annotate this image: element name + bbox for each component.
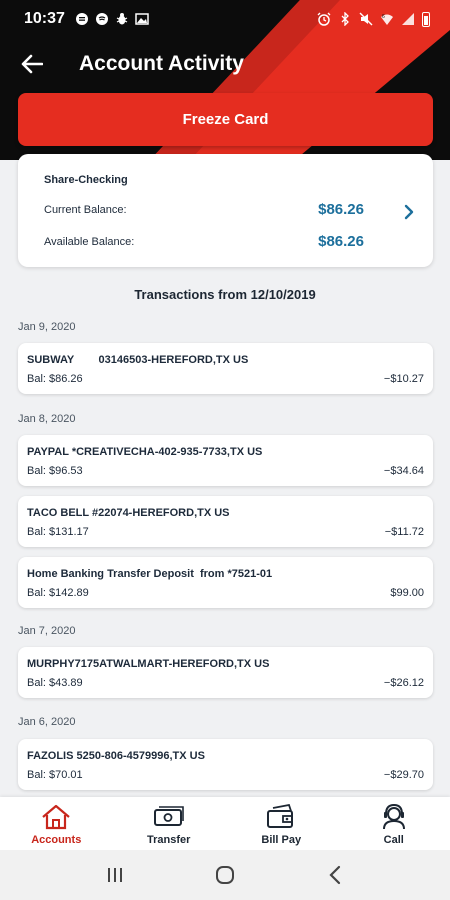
image-icon	[135, 13, 149, 25]
home-circle-icon	[216, 866, 234, 884]
nav-label: Call	[383, 834, 404, 846]
transaction-amount: −$29.70	[383, 769, 424, 781]
title-bar: Account Activity	[0, 44, 450, 84]
bill-pay-icon	[267, 804, 294, 828]
page-title: Account Activity	[79, 52, 244, 75]
app-header: 10:37 6 Account Activity Freeze Card	[0, 0, 450, 160]
transaction-balance: Bal: $142.89	[27, 587, 89, 599]
bluetooth-icon	[341, 12, 349, 26]
transaction-amount: −$34.64	[383, 465, 424, 477]
nav-transfer[interactable]: Transfer	[113, 797, 226, 850]
money-transfer-icon	[153, 806, 184, 826]
transaction-row[interactable]: TACO BELL #22074-HEREFORD,TX US Bal: $13…	[18, 496, 433, 547]
headset-icon	[382, 804, 405, 830]
mute-icon	[359, 12, 373, 26]
transaction-row[interactable]: SUBWAY 03146503-HEREFORD,TX US Bal: $86.…	[18, 343, 433, 394]
transactions-header: Transactions from 12/10/2019	[134, 287, 316, 302]
recents-icon	[108, 868, 122, 882]
home-system-button[interactable]	[205, 855, 245, 895]
status-bar: 10:37 6	[0, 0, 450, 38]
transaction-balance: Bal: $43.89	[27, 677, 83, 689]
current-balance-row: Current Balance: $86.26	[44, 201, 364, 218]
available-balance-label: Available Balance:	[44, 235, 135, 248]
signal-icon	[402, 13, 414, 25]
transaction-description: PAYPAL *CREATIVECHA-402-935-7733,TX US	[27, 446, 263, 458]
nav-label: Transfer	[147, 834, 191, 846]
transaction-description: MURPHY7175ATWALMART-HEREFORD,TX US	[27, 658, 270, 670]
transaction-row[interactable]: FAZOLIS 5250-806-4579996,TX US Bal: $70.…	[18, 739, 433, 790]
date-label: Jan 9, 2020	[18, 321, 76, 333]
back-system-button[interactable]	[315, 855, 355, 895]
nav-bill-pay[interactable]: Bill Pay	[225, 797, 338, 850]
transaction-amount: −$10.27	[383, 373, 424, 385]
back-chevron-icon	[329, 865, 341, 885]
transaction-balance: Bal: $70.01	[27, 769, 83, 781]
transaction-description: Home Banking Transfer Deposit from *7521…	[27, 568, 273, 580]
recents-button[interactable]	[95, 855, 135, 895]
nav-accounts[interactable]: Accounts	[0, 797, 113, 850]
alarm-icon	[317, 12, 331, 26]
message-icon	[75, 13, 88, 25]
transaction-description: SUBWAY 03146503-HEREFORD,TX US	[27, 354, 249, 366]
status-right-icons: 6	[317, 11, 430, 27]
current-balance-label: Current Balance:	[44, 203, 127, 216]
transaction-balance: Bal: $131.17	[27, 526, 89, 538]
transaction-balance: Bal: $86.26	[27, 373, 83, 385]
date-label: Jan 8, 2020	[18, 413, 76, 425]
bug-icon	[116, 13, 128, 25]
transaction-description: FAZOLIS 5250-806-4579996,TX US	[27, 750, 205, 762]
back-button[interactable]	[12, 44, 52, 84]
transaction-description: TACO BELL #22074-HEREFORD,TX US	[27, 507, 230, 519]
battery-icon	[422, 11, 430, 27]
transaction-row[interactable]: MURPHY7175ATWALMART-HEREFORD,TX US Bal: …	[18, 647, 433, 698]
music-icon	[95, 13, 108, 25]
date-label: Jan 6, 2020	[18, 716, 76, 728]
transaction-balance: Bal: $96.53	[27, 465, 83, 477]
nav-label: Accounts	[31, 834, 82, 846]
transaction-amount: $99.00	[390, 587, 424, 599]
nav-label: Bill Pay	[261, 834, 302, 846]
home-icon	[42, 804, 70, 830]
date-label: Jan 7, 2020	[18, 625, 76, 637]
bottom-nav: Accounts Transfer Bill Pay Call	[0, 797, 450, 850]
freeze-card-button[interactable]: Freeze Card	[18, 93, 433, 146]
wifi-icon: 6	[381, 14, 393, 25]
available-balance-value: $86.26	[318, 233, 364, 250]
status-time: 10:37	[24, 10, 65, 27]
back-arrow-icon	[21, 54, 43, 74]
chevron-right-icon[interactable]	[401, 202, 417, 222]
status-left-icons	[75, 12, 149, 26]
transaction-amount: −$11.72	[384, 526, 424, 538]
transaction-amount: −$26.12	[383, 677, 424, 689]
current-balance-value: $86.26	[318, 201, 364, 218]
account-name: Share-Checking	[44, 174, 128, 186]
transaction-row[interactable]: PAYPAL *CREATIVECHA-402-935-7733,TX US B…	[18, 435, 433, 486]
available-balance-row: Available Balance: $86.26	[44, 233, 364, 250]
nav-call[interactable]: Call	[338, 797, 450, 850]
account-summary-card[interactable]: Share-Checking Current Balance: $86.26 A…	[18, 154, 433, 267]
system-nav-bar	[0, 850, 450, 900]
svg-text:6: 6	[382, 14, 385, 20]
transaction-row[interactable]: Home Banking Transfer Deposit from *7521…	[18, 557, 433, 608]
